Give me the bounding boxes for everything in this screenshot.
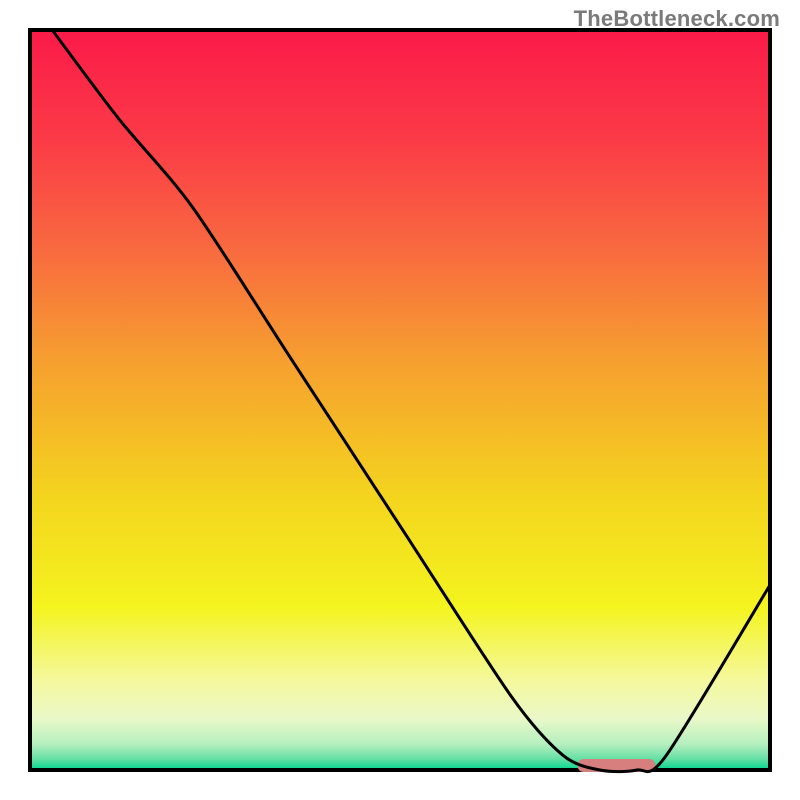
plot-background [30, 30, 770, 770]
chart-canvas: TheBottleneck.com [0, 0, 800, 800]
chart-svg [0, 0, 800, 800]
